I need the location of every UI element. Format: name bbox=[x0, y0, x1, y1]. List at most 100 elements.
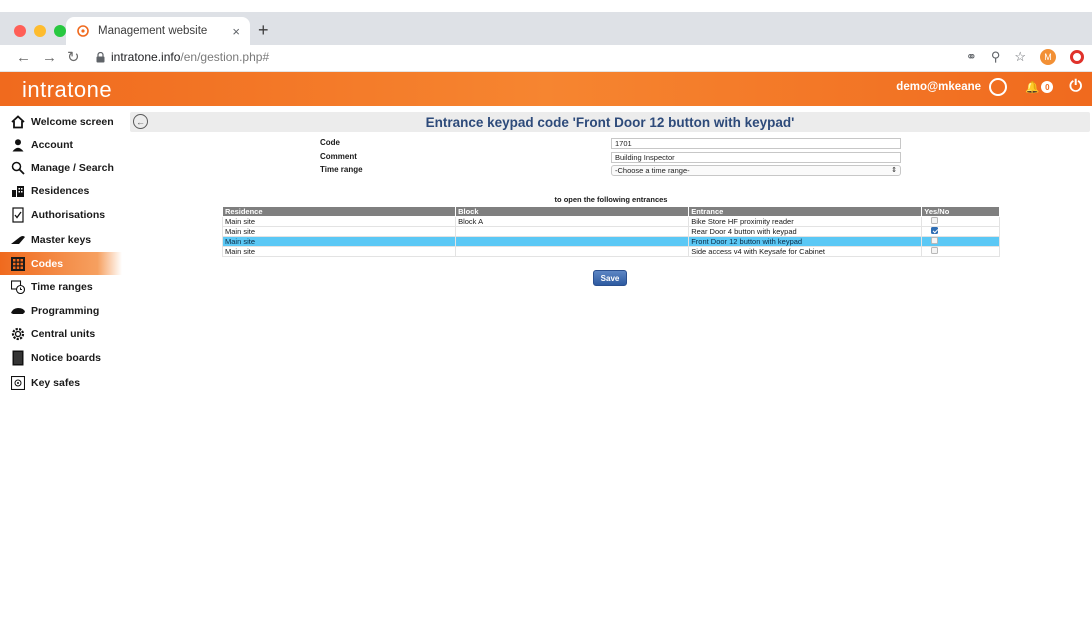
entrance-checkbox-checked[interactable] bbox=[931, 227, 939, 234]
code-input[interactable]: 1701 bbox=[611, 138, 901, 149]
sidebar-item-time-ranges[interactable]: Time ranges bbox=[0, 275, 122, 299]
time-range-label: Time range bbox=[320, 165, 363, 174]
profile-avatar[interactable]: M bbox=[1040, 49, 1056, 65]
maximize-window-button[interactable] bbox=[54, 25, 66, 37]
cell-block bbox=[455, 236, 690, 247]
form-row-code: Code 1701 bbox=[320, 138, 902, 150]
sidebar-item-label: Programming bbox=[31, 304, 100, 317]
new-tab-button[interactable]: + bbox=[258, 20, 269, 40]
column-header-block[interactable]: Block bbox=[455, 206, 690, 217]
sidebar-item-account[interactable]: Account bbox=[0, 133, 122, 156]
entrance-checkbox[interactable] bbox=[931, 237, 939, 244]
minimize-window-button[interactable] bbox=[34, 25, 46, 37]
browser-tab[interactable]: Management website × bbox=[66, 17, 250, 45]
sidebar-item-label: Notice boards bbox=[31, 352, 102, 364]
cell-yes-no bbox=[921, 246, 1000, 257]
url-path: /en/gestion.php# bbox=[180, 50, 270, 64]
user-name[interactable]: demo@mkeane bbox=[896, 81, 981, 93]
header-user-area: demo@mkeane 🔔 0 ⏻ bbox=[896, 78, 1082, 96]
programming-icon bbox=[10, 303, 26, 319]
notification-badge: 0 bbox=[1041, 81, 1054, 93]
sidebar-item-manage-search[interactable]: Manage / Search bbox=[0, 156, 122, 179]
table-row[interactable]: Main site Side access v4 with Keysafe fo… bbox=[221, 246, 1000, 257]
intratone-logo[interactable]: intratone bbox=[22, 77, 112, 103]
sidebar-item-codes[interactable]: Codes bbox=[0, 252, 122, 275]
sidebar-item-label: Welcome screen bbox=[31, 115, 114, 128]
url-host: intratone.info bbox=[111, 50, 181, 64]
reload-icon[interactable]: ↻ bbox=[67, 49, 80, 67]
bookmark-star-icon[interactable]: ☆ bbox=[1014, 49, 1026, 65]
column-header-residence[interactable]: Residence bbox=[221, 206, 457, 217]
cell-entrance: Rear Door 4 button with keypad bbox=[688, 226, 923, 237]
intratone-favicon-icon bbox=[77, 25, 89, 37]
back-arrow-icon[interactable]: ← bbox=[16, 49, 31, 67]
sidebar-item-central-units[interactable]: Central units bbox=[0, 322, 122, 345]
save-button[interactable]: Save bbox=[593, 270, 627, 286]
lock-icon bbox=[96, 51, 105, 62]
tab-close-icon[interactable]: × bbox=[232, 24, 240, 39]
sidebar-item-label: Residences bbox=[31, 184, 90, 197]
back-circle-icon[interactable]: ← bbox=[133, 114, 148, 129]
zoom-icon[interactable]: ⚲ bbox=[991, 49, 1001, 65]
cell-yes-no bbox=[921, 236, 1000, 247]
tab-title: Management website bbox=[98, 25, 208, 37]
toolbar-actions: ⚭ ⚲ ☆ M bbox=[966, 49, 1084, 65]
search-icon bbox=[10, 160, 26, 176]
entrances-caption: to open the following entrances bbox=[554, 195, 668, 204]
bell-icon: 🔔 bbox=[1025, 82, 1040, 94]
user-account-icon[interactable] bbox=[989, 78, 1008, 96]
comment-label: Comment bbox=[320, 151, 357, 161]
sidebar-item-label: Master keys bbox=[31, 234, 92, 246]
cell-entrance: Side access v4 with Keysafe for Cabinet bbox=[688, 246, 923, 257]
sidebar-item-label: Codes bbox=[31, 257, 64, 270]
notifications[interactable]: 🔔 0 bbox=[1025, 80, 1054, 94]
column-header-entrance[interactable]: Entrance bbox=[688, 206, 923, 217]
cell-residence: Main site bbox=[221, 236, 457, 247]
key-icon bbox=[10, 232, 26, 248]
close-window-button[interactable] bbox=[14, 25, 26, 37]
address-bar[interactable]: intratone.info/en/gestion.php# bbox=[96, 50, 269, 64]
sidebar-item-welcome-screen[interactable]: Welcome screen bbox=[0, 110, 122, 133]
page-title-bar: ← Entrance keypad code 'Front Door 12 bu… bbox=[130, 112, 1090, 132]
entrance-checkbox[interactable] bbox=[931, 247, 939, 254]
page-title: Entrance keypad code 'Front Door 12 butt… bbox=[425, 114, 795, 130]
comment-input[interactable]: Building Inspector bbox=[611, 151, 901, 163]
sidebar-item-key-safes[interactable]: Key safes bbox=[0, 371, 122, 395]
power-icon[interactable]: ⏻ bbox=[1069, 78, 1082, 96]
key-icon[interactable]: ⚭ bbox=[966, 49, 977, 65]
code-form: Code 1701 Comment Building Inspector Tim… bbox=[320, 138, 902, 179]
entrances-table: Residence Block Entrance Yes/No Main sit… bbox=[221, 206, 1000, 257]
cell-block: Block A bbox=[455, 216, 690, 227]
cell-residence: Main site bbox=[221, 226, 457, 237]
sidebar-item-notice-boards[interactable]: Notice boards bbox=[0, 345, 122, 371]
sidebar-item-master-keys[interactable]: Master keys bbox=[0, 228, 122, 252]
browser-toolbar: ← → ↻ intratone.info/en/gestion.php# ⚭ ⚲… bbox=[0, 45, 1092, 72]
sidebar-item-residences[interactable]: Residences bbox=[0, 179, 122, 202]
table-row[interactable]: Main site Rear Door 4 button with keypad bbox=[221, 226, 1000, 237]
entrance-checkbox[interactable] bbox=[931, 217, 939, 224]
time-range-select[interactable]: -Choose a time range- bbox=[611, 165, 901, 176]
sidebar: Welcome screen Account Manage / Search R… bbox=[0, 110, 122, 395]
cell-entrance: Bike Store HF proximity reader bbox=[688, 216, 923, 227]
authorisation-icon bbox=[10, 207, 26, 223]
table-row[interactable]: Main site Block A Bike Store HF proximit… bbox=[221, 216, 1000, 227]
sidebar-item-label: Account bbox=[31, 138, 73, 151]
form-row-comment: Comment Building Inspector bbox=[320, 151, 902, 164]
app-header: intratone demo@mkeane 🔔 0 ⏻ bbox=[0, 72, 1092, 106]
sidebar-item-label: Key safes bbox=[31, 377, 81, 389]
sidebar-item-programming[interactable]: Programming bbox=[0, 299, 122, 322]
sidebar-item-authorisations[interactable]: Authorisations bbox=[0, 202, 122, 228]
keypad-icon bbox=[10, 256, 26, 272]
table-header-row: Residence Block Entrance Yes/No bbox=[221, 206, 1000, 217]
code-label: Code bbox=[320, 138, 340, 147]
main-content: ← Entrance keypad code 'Front Door 12 bu… bbox=[130, 112, 1090, 286]
user-icon bbox=[10, 137, 26, 153]
column-header-yes-no[interactable]: Yes/No bbox=[921, 206, 1000, 217]
forward-arrow-icon[interactable]: → bbox=[42, 49, 57, 67]
cell-block bbox=[455, 246, 690, 257]
cell-entrance: Front Door 12 button with keypad bbox=[688, 236, 923, 247]
table-row-selected[interactable]: Main site Front Door 12 button with keyp… bbox=[221, 236, 1000, 247]
form-row-time-range: Time range -Choose a time range- bbox=[320, 165, 902, 177]
cell-residence: Main site bbox=[221, 216, 457, 227]
opera-icon[interactable] bbox=[1070, 50, 1084, 64]
